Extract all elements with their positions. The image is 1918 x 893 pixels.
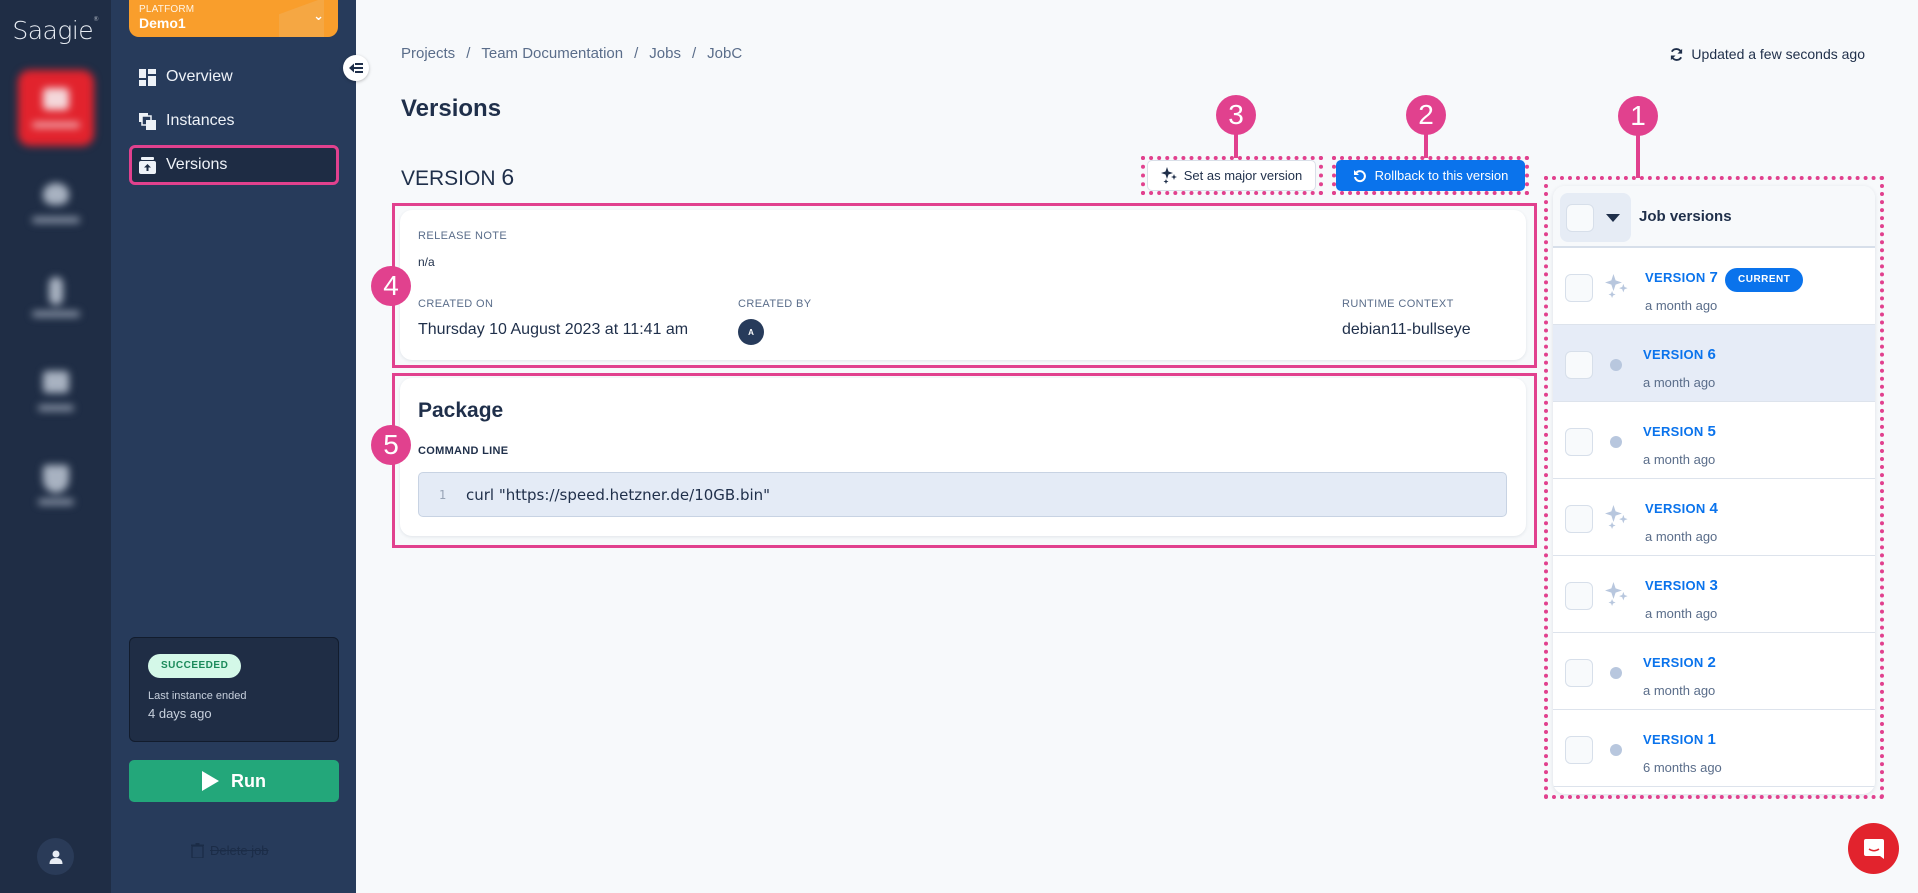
user-icon bbox=[49, 850, 62, 864]
breadcrumb: Projects / Team Documentation / Jobs / J… bbox=[401, 45, 743, 62]
sidebar-item-versions[interactable]: Versions bbox=[129, 145, 339, 185]
breadcrumb-projects[interactable]: Projects bbox=[401, 45, 455, 62]
chevron-down-icon: ⌄ bbox=[313, 8, 324, 23]
chat-icon bbox=[1863, 838, 1884, 859]
last-instance-time: 4 days ago bbox=[148, 706, 212, 721]
trash-icon bbox=[191, 843, 204, 858]
sidebar-item-instances[interactable]: Instances bbox=[129, 101, 339, 141]
annotation-badge-4: 4 bbox=[371, 266, 411, 306]
run-button[interactable]: Run bbox=[129, 760, 339, 802]
page-title: Versions bbox=[401, 95, 502, 122]
support-chat-button[interactable] bbox=[1848, 823, 1899, 874]
collapse-left-icon bbox=[349, 63, 363, 73]
rail-item-2[interactable] bbox=[18, 165, 94, 241]
rail-item-5[interactable] bbox=[18, 447, 94, 523]
play-icon bbox=[202, 771, 219, 791]
rail-item-4[interactable] bbox=[18, 353, 94, 429]
delete-job-button[interactable]: Delete job bbox=[191, 843, 269, 858]
user-menu-button[interactable] bbox=[37, 838, 74, 875]
platform-name: Demo1 bbox=[139, 15, 186, 31]
annotation-box-4 bbox=[392, 203, 1537, 368]
pipeline-icon bbox=[49, 277, 63, 305]
app-rail: Saagie® bbox=[0, 0, 111, 893]
annotation-badge-5: 5 bbox=[371, 425, 411, 465]
stacked-squares-icon bbox=[139, 112, 156, 130]
saagie-logo[interactable]: Saagie® bbox=[0, 16, 111, 45]
refresh-icon bbox=[1671, 47, 1683, 61]
rail-item-projects[interactable] bbox=[18, 70, 94, 146]
annotation-box-5 bbox=[392, 373, 1537, 548]
rail-item-3[interactable] bbox=[18, 259, 94, 335]
annotation-box-2 bbox=[1332, 156, 1529, 195]
heart-icon bbox=[43, 183, 69, 205]
platform-label: PLATFORM bbox=[139, 4, 195, 15]
dashboard-icon bbox=[139, 68, 156, 86]
annotation-badge-2: 2 bbox=[1406, 95, 1446, 135]
job-sidebar: PLATFORM Demo1 ⌄ Overview Instances Vers… bbox=[111, 0, 356, 893]
last-instance-card[interactable]: SUCCEEDED Last instance ended 4 days ago bbox=[129, 637, 339, 742]
run-label: Run bbox=[231, 770, 266, 791]
status-badge: SUCCEEDED bbox=[148, 654, 242, 678]
annotation-box-1 bbox=[1544, 176, 1884, 799]
collapse-sidebar-button[interactable] bbox=[343, 55, 369, 81]
breadcrumb-jobs[interactable]: Jobs bbox=[649, 45, 681, 62]
delete-job-label: Delete job bbox=[210, 843, 269, 858]
sidebar-item-label: Versions bbox=[166, 156, 228, 173]
refresh-status[interactable]: Updated a few seconds ago bbox=[1669, 46, 1865, 62]
version-heading: VERSION 6 bbox=[401, 164, 515, 190]
updated-text: Updated a few seconds ago bbox=[1691, 46, 1865, 62]
platform-selector[interactable]: PLATFORM Demo1 ⌄ bbox=[129, 0, 338, 37]
breadcrumb-job: JobC bbox=[707, 45, 743, 62]
breadcrumb-project[interactable]: Team Documentation bbox=[481, 45, 623, 62]
sidebar-item-label: Overview bbox=[166, 68, 233, 85]
last-instance-label: Last instance ended bbox=[148, 690, 247, 702]
annotation-box-3 bbox=[1141, 156, 1323, 195]
upload-box-icon bbox=[139, 156, 156, 174]
sidebar-item-label: Instances bbox=[166, 112, 235, 129]
annotation-badge-1: 1 bbox=[1618, 96, 1658, 136]
annotation-badge-3: 3 bbox=[1216, 95, 1256, 135]
square-icon bbox=[43, 371, 69, 393]
shield-icon bbox=[43, 465, 69, 493]
sidebar-item-overview[interactable]: Overview bbox=[129, 57, 339, 97]
folder-icon bbox=[43, 88, 69, 110]
